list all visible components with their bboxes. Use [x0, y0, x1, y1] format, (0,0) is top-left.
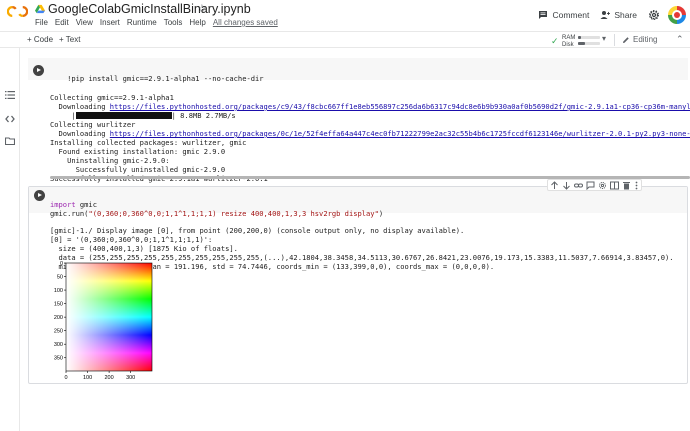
y-tick-label: 50	[57, 275, 63, 281]
output-line: Uninstalling gmic-2.9.0:	[50, 156, 170, 165]
mirror-cell-icon[interactable]	[610, 181, 619, 190]
more-options-icon[interactable]	[634, 181, 639, 190]
disk-label: Disk	[562, 41, 574, 48]
y-tick-label: 100	[54, 288, 63, 294]
output-line: Successfully uninstalled gmic-2.9.0	[50, 165, 226, 174]
download-progress-line: | | 8.8MB 2.7MB/s	[50, 111, 236, 120]
menu-edit[interactable]: Edit	[55, 18, 69, 27]
resources-dropdown-icon[interactable]: ▾	[602, 34, 606, 43]
output-line: Installing collected packages: wurlitzer…	[50, 138, 247, 147]
menu-insert[interactable]: Insert	[100, 18, 120, 27]
output-line: size = (400,400,1,3) [1875 Kio of floats…	[50, 244, 238, 253]
download-progress-bar	[75, 112, 172, 119]
download-link[interactable]: https://files.pythonhosted.org/packages/…	[110, 102, 690, 111]
comment-button[interactable]: Comment	[538, 10, 589, 20]
output-line: Downloading https://files.pythonhosted.o…	[50, 102, 690, 111]
add-text-cell-button[interactable]: + Text	[59, 35, 80, 44]
output-line: Downloading https://files.pythonhosted.o…	[50, 129, 690, 138]
x-tick-label: 300	[126, 375, 135, 380]
comment-icon	[539, 11, 548, 19]
comment-icon[interactable]	[586, 181, 595, 190]
run-cell-button[interactable]	[34, 190, 45, 201]
comment-label: Comment	[552, 10, 590, 20]
share-label: Share	[614, 10, 637, 20]
import-keyword: import	[50, 200, 76, 209]
save-status-link[interactable]: All changes saved	[213, 18, 278, 27]
code-line: import gmic	[50, 200, 97, 209]
pencil-icon	[623, 36, 629, 43]
table-of-contents-icon[interactable]	[5, 90, 15, 100]
menu-view[interactable]: View	[76, 18, 93, 27]
disk-usage-bar	[578, 42, 600, 45]
y-tick-label: 150	[54, 302, 63, 308]
ram-usage-bar	[578, 36, 600, 39]
google-drive-icon	[35, 4, 45, 14]
output-line: Collecting gmic==2.9.1-alpha1	[50, 93, 174, 102]
notebook-toolbar: + Code + Text ✓ RAM Disk ▾ Editing ⌃	[0, 31, 690, 48]
menu-help[interactable]: Help	[189, 18, 205, 27]
settings-gear-icon[interactable]	[648, 9, 660, 21]
user-avatar[interactable]	[668, 6, 686, 24]
output-line: [0] = '(0,360;0,360^0,0;1,1^1,1;1,1)':	[50, 235, 213, 244]
pip-command: !pip install gmic==2.9.1-alpha1 --no-cac…	[67, 74, 264, 83]
star-icon[interactable]: ☆	[197, 2, 207, 15]
left-sidebar	[0, 48, 20, 431]
y-tick-label: 300	[54, 342, 63, 348]
menu-tools[interactable]: Tools	[164, 18, 183, 27]
share-button[interactable]: Share	[600, 10, 637, 20]
link-icon[interactable]	[574, 181, 583, 190]
ram-label: RAM	[562, 35, 576, 41]
settings-gear-icon[interactable]	[598, 181, 607, 190]
colab-logo[interactable]	[7, 5, 28, 18]
editing-mode-button[interactable]: Editing	[622, 35, 657, 44]
resource-monitor[interactable]: RAM Disk	[562, 35, 575, 48]
x-tick-label: 100	[83, 375, 92, 380]
output-line: Collecting wurlitzer	[50, 120, 136, 129]
output-line: Found existing installation: gmic 2.9.0	[50, 147, 226, 156]
share-icon	[600, 11, 611, 19]
connected-check-icon: ✓	[551, 36, 559, 46]
collapse-header-icon[interactable]: ⌃	[676, 34, 684, 45]
code-snippets-icon[interactable]	[5, 114, 15, 124]
y-tick-label: 0	[60, 261, 63, 267]
editing-label: Editing	[633, 35, 658, 44]
y-tick-label: 200	[54, 315, 63, 321]
menu-bar: File Edit View Insert Runtime Tools Help…	[35, 18, 285, 27]
add-code-cell-button[interactable]: + Code	[27, 35, 53, 44]
notebook-title[interactable]: GoogleColabGmicInstallBinary.ipynb	[48, 2, 251, 16]
delete-icon[interactable]	[622, 181, 631, 190]
menu-runtime[interactable]: Runtime	[127, 18, 157, 27]
toolbar-divider	[614, 34, 615, 46]
hsv-image-plot: 0 100 200 300 0 50 100 150 200 250 300 350	[54, 261, 153, 380]
menu-file[interactable]: File	[35, 18, 48, 27]
colab-header: GoogleColabGmicInstallBinary.ipynb ☆ Fil…	[0, 0, 690, 31]
files-folder-icon[interactable]	[5, 136, 15, 146]
x-tick-label: 200	[105, 375, 114, 380]
move-down-icon[interactable]	[562, 181, 571, 190]
header-actions: Comment Share	[538, 6, 686, 24]
run-cell-button[interactable]	[33, 65, 44, 76]
y-tick-label: 350	[54, 356, 63, 362]
heatmap-saturation-layer	[66, 263, 152, 371]
move-up-icon[interactable]	[550, 180, 559, 190]
output-line: [gmic]-1./ Display image [0], from point…	[50, 226, 465, 235]
y-tick-label: 250	[54, 329, 63, 335]
download-link[interactable]: https://files.pythonhosted.org/packages/…	[110, 129, 690, 138]
x-tick-label: 0	[64, 375, 67, 380]
cell-toolbar	[547, 179, 642, 191]
